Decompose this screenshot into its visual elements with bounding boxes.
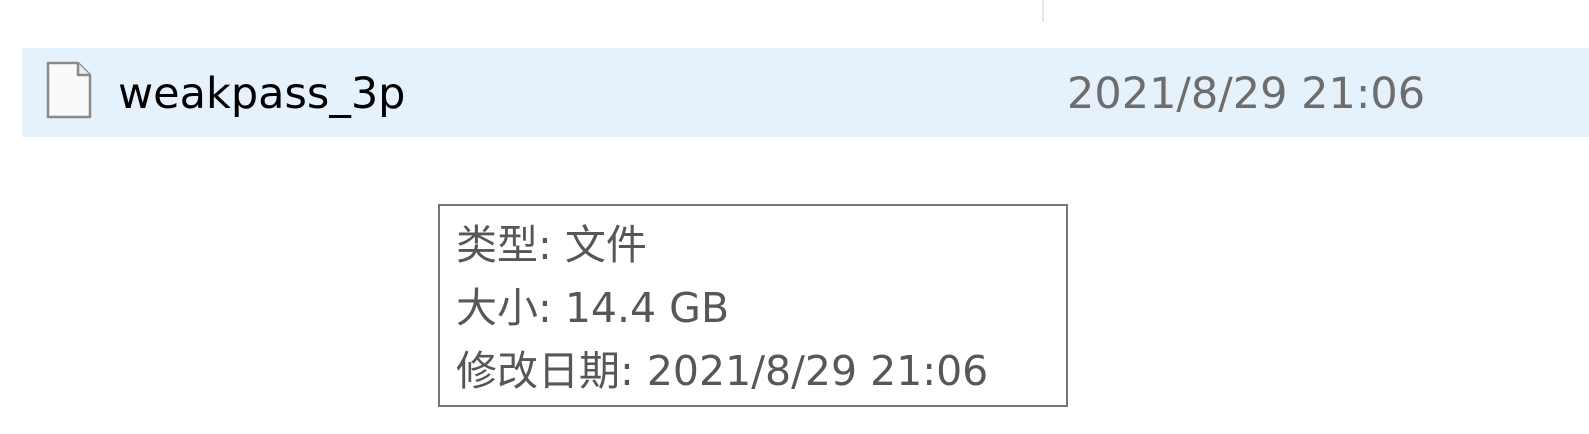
file-name: weakpass_3p <box>118 69 406 119</box>
tooltip-date-modified: 修改日期: 2021/8/29 21:06 <box>456 347 989 395</box>
file-date-modified: 2021/8/29 21:06 <box>1067 69 1426 119</box>
tooltip-size: 大小: 14.4 GB <box>456 284 730 332</box>
column-divider[interactable] <box>1042 0 1044 22</box>
file-list-item[interactable]: weakpass_3p 2021/8/29 21:06 <box>22 48 1589 137</box>
generic-file-icon <box>46 61 92 119</box>
file-info-tooltip: 类型: 文件 大小: 14.4 GB 修改日期: 2021/8/29 21:06 <box>438 204 1068 407</box>
tooltip-type: 类型: 文件 <box>456 221 647 269</box>
